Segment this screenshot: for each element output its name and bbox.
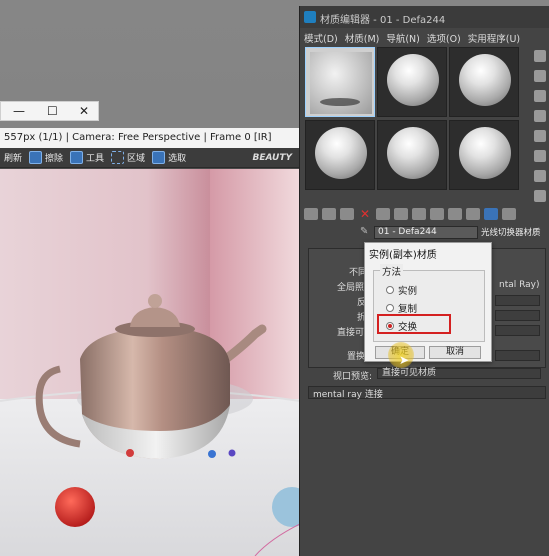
param-dropdown[interactable] (495, 350, 540, 361)
gear-icon (70, 151, 84, 164)
make-preview-icon[interactable] (534, 150, 546, 162)
material-editor-menubar: 模式(D) 材质(M) 导航(N) 选项(O) 实用程序(U) (300, 28, 549, 46)
assign-material-icon[interactable] (340, 208, 354, 220)
sphere-preview (459, 127, 511, 179)
render-viewport[interactable] (0, 169, 300, 556)
sample-type-icon[interactable] (534, 50, 546, 62)
options-icon[interactable] (534, 170, 546, 182)
radio-instance[interactable]: 实例 (386, 283, 417, 297)
param-field[interactable] (495, 295, 540, 306)
rendered-scene-image (0, 169, 300, 556)
render-mode-label: BEAUTY (252, 152, 292, 163)
instance-material-dialog: 实例(副本)材质 方法 实例 复制 交换 确定 取消 (364, 242, 492, 362)
cancel-button[interactable]: 取消 (429, 346, 481, 359)
select-icon (152, 151, 166, 164)
put-to-library-icon[interactable] (412, 208, 426, 220)
radio-copy[interactable]: 复制 (386, 301, 417, 315)
region-icon (111, 151, 125, 164)
param-label: 置换 (347, 352, 366, 362)
material-slot-1[interactable] (305, 47, 375, 117)
go-forward-icon[interactable] (502, 208, 516, 220)
swap-highlight-box (377, 314, 451, 334)
dialog-title: 实例(副本)材质 (369, 250, 437, 261)
select-button[interactable]: 选取 (150, 151, 188, 164)
param-label: ntal Ray) (499, 280, 540, 290)
copy-material-icon[interactable] (376, 208, 390, 220)
material-id-icon[interactable] (430, 208, 444, 220)
put-to-scene-icon[interactable] (322, 208, 336, 220)
viewport-preview-select[interactable]: 直接可见材质 (377, 368, 541, 379)
mini-window-titlebar: — ☐ ✕ (0, 101, 99, 121)
material-slot-3[interactable] (449, 47, 519, 117)
make-unique-icon[interactable] (394, 208, 408, 220)
material-slot-6[interactable] (449, 120, 519, 190)
material-slot-5[interactable] (377, 120, 447, 190)
uv-tiling-icon[interactable] (534, 110, 546, 122)
eyedropper-icon[interactable]: ✎ (360, 226, 368, 237)
param-field[interactable] (495, 310, 540, 321)
menu-navigation[interactable]: 导航(N) (386, 31, 420, 45)
material-type-button[interactable]: 光线切换器材质 (481, 226, 549, 239)
cursor-arrow-icon: ➤ (399, 353, 410, 367)
material-slot-2[interactable] (377, 47, 447, 117)
mouse-cursor-highlight: ➤ (388, 342, 414, 368)
reset-icon[interactable]: ✕ (358, 208, 372, 220)
app-logo-icon (304, 11, 316, 23)
maximize-button[interactable]: ☐ (47, 104, 58, 118)
frame-toolbar: 刷新 擦除 工具 区域 选取 BEAUTY (0, 148, 300, 168)
method-group-label: 方法 (380, 264, 404, 278)
material-name-field[interactable]: 01 - Defa244 (374, 226, 478, 239)
minimize-button[interactable]: — (13, 104, 25, 118)
param-label: 全局照 (337, 283, 365, 293)
param-field[interactable] (495, 325, 540, 336)
show-map-icon[interactable] (448, 208, 462, 220)
refresh-button[interactable]: 刷新 (2, 151, 24, 164)
video-check-icon[interactable] (534, 130, 546, 142)
param-label: 直接可 (337, 328, 365, 338)
rendered-frame-window: 557px (1/1) | Camera: Free Perspective |… (0, 128, 300, 556)
show-end-result-icon[interactable] (466, 208, 480, 220)
material-toolbar: ✕ (304, 206, 548, 222)
backlight-icon[interactable] (534, 70, 546, 82)
sphere-preview (315, 127, 367, 179)
sphere-preview (459, 54, 511, 106)
mental-ray-rollout[interactable]: mental ray 连接 (308, 386, 546, 400)
get-material-icon[interactable] (304, 208, 318, 220)
slot-shadow (320, 98, 360, 106)
material-editor-titlebar: 材质编辑器 - 01 - Defa244 (300, 6, 549, 28)
select-by-material-icon[interactable] (534, 190, 546, 202)
close-button[interactable]: ✕ (79, 104, 89, 118)
radio-instance-indicator (386, 286, 394, 294)
menu-material[interactable]: 材质(M) (345, 31, 380, 45)
erase-button[interactable]: 擦除 (27, 151, 65, 164)
region-button[interactable]: 区域 (109, 151, 147, 164)
viewport-preview-label: 视口预览: (333, 372, 373, 382)
erase-icon (29, 151, 43, 164)
radio-copy-indicator (386, 304, 394, 312)
menu-utilities[interactable]: 实用程序(U) (468, 31, 520, 45)
go-to-parent-icon[interactable] (484, 208, 498, 220)
menu-options[interactable]: 选项(O) (427, 31, 461, 45)
tools-button[interactable]: 工具 (68, 151, 106, 164)
frame-window-title: 557px (1/1) | Camera: Free Perspective |… (0, 128, 300, 148)
sphere-preview (387, 54, 439, 106)
menu-mode[interactable]: 模式(D) (304, 31, 338, 45)
material-slot-4[interactable] (305, 120, 375, 190)
side-toolbar (530, 46, 549, 206)
sphere-preview (387, 127, 439, 179)
method-group: 方法 实例 复制 交换 (373, 264, 485, 342)
background-icon[interactable] (534, 90, 546, 102)
material-name-bar: ✎ 01 - Defa244 光线切换器材质 (300, 226, 549, 240)
